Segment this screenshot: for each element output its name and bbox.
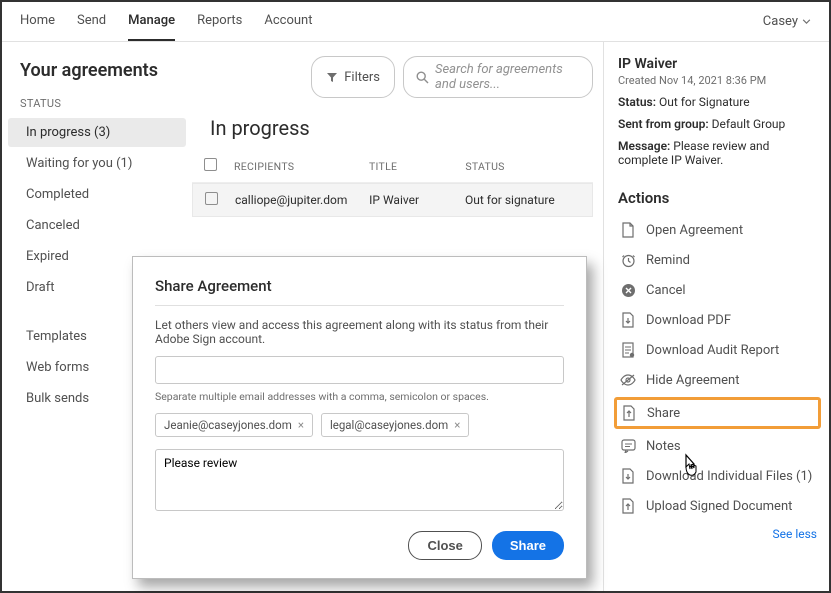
action-hide-agreement[interactable]: Hide Agreement <box>618 365 817 395</box>
share-agreement-modal: Share Agreement Let others view and acce… <box>132 256 587 579</box>
sidebar-item-waiting-for-you[interactable]: Waiting for you (1) <box>8 149 186 178</box>
clock-icon <box>620 252 636 268</box>
nav-send[interactable]: Send <box>77 2 106 41</box>
table-header: RECIPIENTS TITLE STATUS <box>192 150 593 183</box>
top-nav-items: Home Send Manage Reports Account <box>20 2 313 41</box>
eye-off-icon <box>620 372 636 388</box>
see-less-link[interactable]: See less <box>618 527 817 541</box>
detail-status: Status: Out for Signature <box>618 95 817 109</box>
top-nav: Home Send Manage Reports Account Casey <box>2 2 829 42</box>
sidebar-item-canceled[interactable]: Canceled <box>8 211 186 240</box>
search-icon <box>416 71 429 84</box>
cell-title: IP Waiver <box>369 193 465 207</box>
download-doc-icon <box>620 312 636 328</box>
share-doc-icon <box>621 405 637 421</box>
detail-group: Sent from group: Default Group <box>618 117 817 131</box>
status-label: STATUS <box>2 97 192 118</box>
filter-icon <box>326 72 338 83</box>
nav-reports[interactable]: Reports <box>197 2 242 41</box>
action-download-individual-files[interactable]: Download Individual Files (1) <box>618 461 817 491</box>
detail-message: Message: Please review and complete IP W… <box>618 139 817 167</box>
message-textarea[interactable] <box>155 449 564 511</box>
user-name: Casey <box>763 14 798 29</box>
close-button[interactable]: Close <box>408 531 481 560</box>
actions-heading: Actions <box>618 189 817 207</box>
email-chips: Jeanie@caseyjones.dom × legal@caseyjones… <box>155 413 564 437</box>
chip-remove-icon[interactable]: × <box>298 418 304 432</box>
nav-home[interactable]: Home <box>20 2 55 41</box>
detail-title: IP Waiver <box>618 56 817 72</box>
email-chip: legal@caseyjones.dom × <box>321 413 469 437</box>
cell-recipients: calliope@jupiter.dom <box>235 193 369 207</box>
action-upload-signed-document[interactable]: Upload Signed Document <box>618 491 817 521</box>
nav-account[interactable]: Account <box>264 2 312 41</box>
email-chip: Jeanie@caseyjones.dom × <box>155 413 313 437</box>
chevron-down-icon <box>802 19 811 24</box>
detail-panel: IP Waiver Created Nov 14, 2021 8:36 PM S… <box>604 42 829 591</box>
download-files-icon <box>620 468 636 484</box>
search-input[interactable]: Search for agreements and users... <box>403 56 593 98</box>
sidebar-item-in-progress[interactable]: In progress (3) <box>8 118 186 147</box>
filters-button[interactable]: Filters <box>311 56 395 98</box>
cell-status: Out for signature <box>465 193 580 207</box>
filters-label: Filters <box>344 70 380 85</box>
action-share[interactable]: Share <box>614 397 821 429</box>
email-input[interactable] <box>155 356 564 384</box>
user-menu[interactable]: Casey <box>763 14 811 29</box>
modal-title: Share Agreement <box>155 277 564 295</box>
header-title: TITLE <box>369 160 465 173</box>
download-report-icon <box>620 342 636 358</box>
search-placeholder: Search for agreements and users... <box>435 62 580 92</box>
table-row[interactable]: calliope@jupiter.dom IP Waiver Out for s… <box>192 183 593 217</box>
detail-created: Created Nov 14, 2021 8:36 PM <box>618 74 817 87</box>
select-all-checkbox[interactable] <box>204 158 217 171</box>
action-cancel[interactable]: Cancel <box>618 275 817 305</box>
action-notes[interactable]: Notes <box>618 431 817 461</box>
row-checkbox[interactable] <box>205 192 218 205</box>
nav-manage[interactable]: Manage <box>128 2 175 41</box>
x-circle-icon <box>620 282 636 298</box>
upload-doc-icon <box>620 498 636 514</box>
action-download-audit-report[interactable]: Download Audit Report <box>618 335 817 365</box>
page-title: Your agreements <box>2 60 192 97</box>
agreements-table: RECIPIENTS TITLE STATUS calliope@jupiter… <box>192 150 593 217</box>
share-button[interactable]: Share <box>492 531 564 560</box>
section-heading: In progress <box>210 116 593 140</box>
modal-description: Let others view and access this agreemen… <box>155 318 564 346</box>
header-status: STATUS <box>465 160 581 173</box>
action-remind[interactable]: Remind <box>618 245 817 275</box>
header-recipients: RECIPIENTS <box>234 160 369 173</box>
sidebar-item-completed[interactable]: Completed <box>8 180 186 209</box>
action-open-agreement[interactable]: Open Agreement <box>618 215 817 245</box>
chip-remove-icon[interactable]: × <box>454 418 460 432</box>
action-download-pdf[interactable]: Download PDF <box>618 305 817 335</box>
page-icon <box>620 222 636 238</box>
note-icon <box>620 438 636 454</box>
modal-hint: Separate multiple email addresses with a… <box>155 390 564 403</box>
